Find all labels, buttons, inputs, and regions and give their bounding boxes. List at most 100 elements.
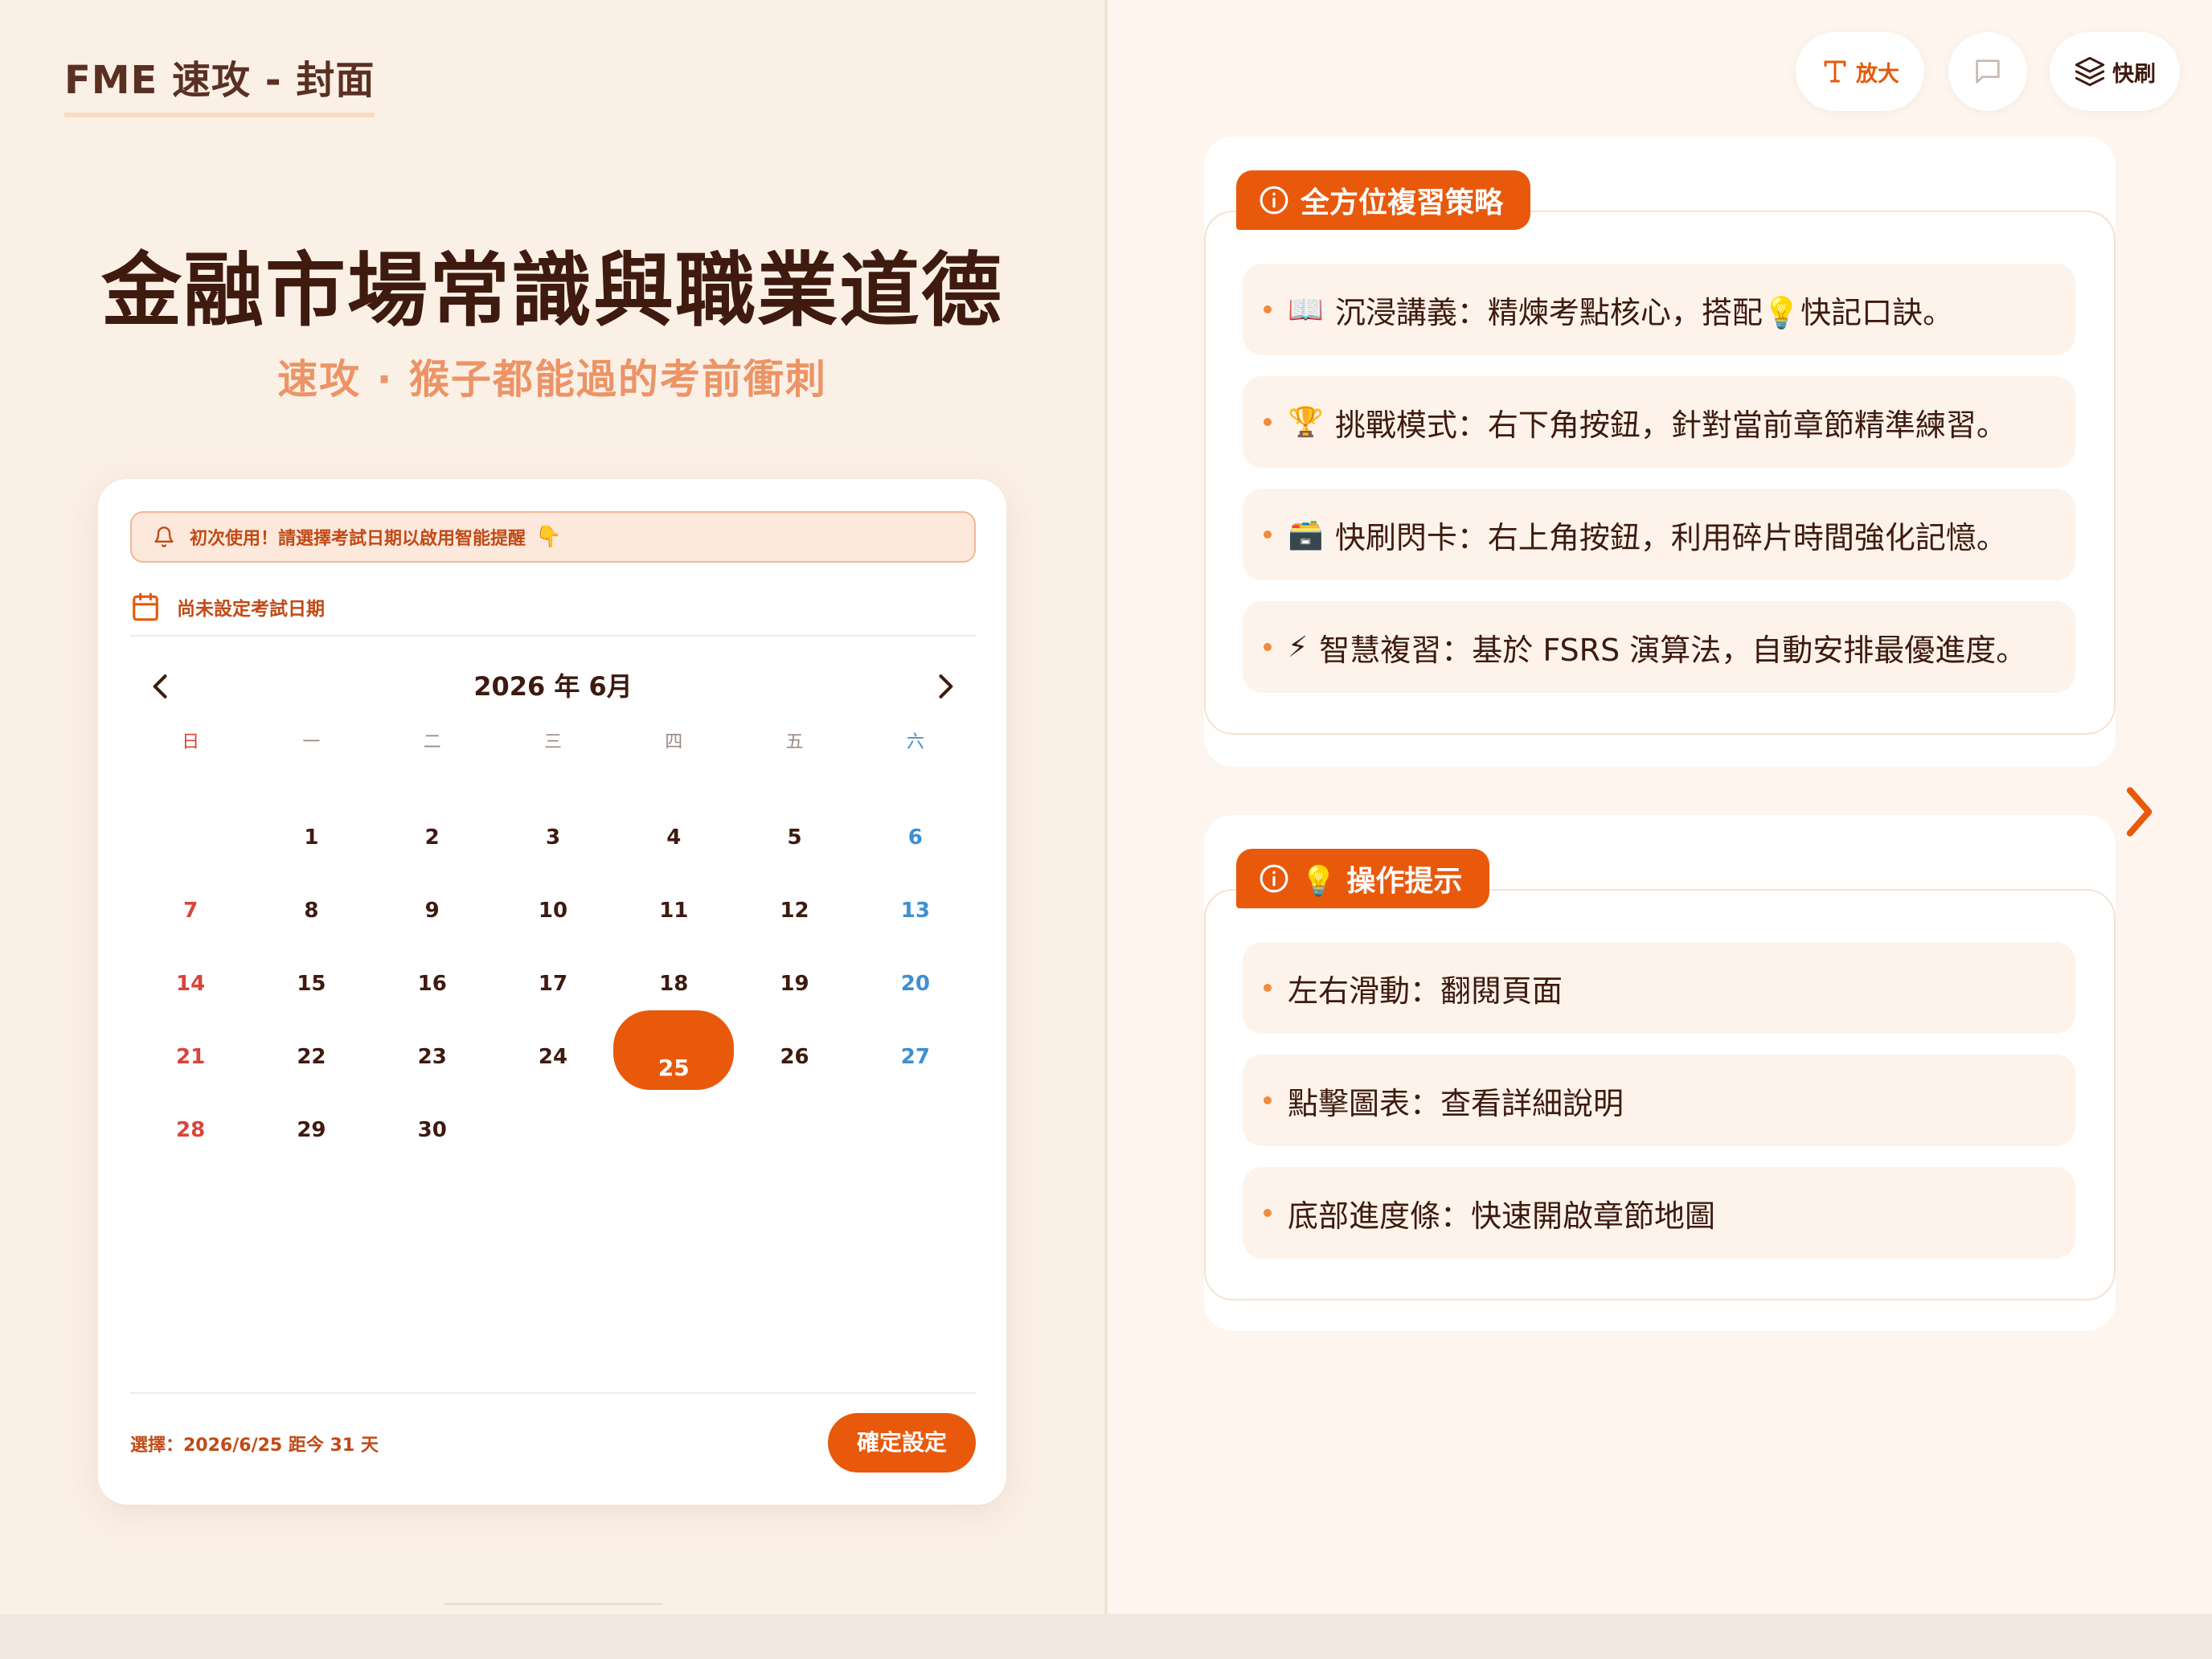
- day-number: 19: [780, 971, 809, 996]
- calendar-day[interactable]: 24: [493, 1020, 613, 1093]
- weekday-label: 五: [785, 732, 804, 752]
- calendar-day[interactable]: 30: [372, 1093, 493, 1166]
- calendar-day[interactable]: 9: [372, 874, 493, 947]
- day-number: 15: [297, 971, 326, 996]
- calendar-day[interactable]: 23: [372, 1020, 493, 1093]
- enlarge-font-button[interactable]: 放大: [1796, 32, 1924, 111]
- layers-icon: [2075, 56, 2105, 87]
- cover-subtitle: 速攻 · 猴子都能過的考前衝刺: [277, 356, 827, 403]
- day-number: 16: [417, 971, 447, 996]
- day-number: 10: [538, 898, 568, 923]
- calendar-day[interactable]: 20: [855, 947, 976, 1020]
- month-label: 2026 年 6月: [473, 671, 633, 702]
- calendar-day[interactable]: 19: [734, 947, 854, 1020]
- weekday-label: 三: [543, 732, 562, 752]
- tip-item-text: 左右滑動：翻閱頁面: [1288, 973, 1563, 1009]
- alert-text: 初次使用！請選擇考試日期以啟用智能提醒: [190, 529, 526, 549]
- day-number: 23: [417, 1044, 447, 1069]
- calendar-day[interactable]: 10: [493, 874, 613, 947]
- day-number: 4: [666, 825, 682, 850]
- day-number: 28: [176, 1117, 206, 1142]
- strategy-item-text: 快刷閃卡：右上角按鈕，利用碎片時間強化記憶。: [1334, 519, 2007, 555]
- day-number: 25: [657, 1055, 690, 1081]
- day-number: 2: [424, 825, 440, 850]
- strategy-title: 全方位複習策略: [1301, 186, 1504, 219]
- calendar-day[interactable]: 27: [855, 1020, 976, 1093]
- confirm-date-button[interactable]: 確定設定: [828, 1413, 976, 1473]
- calendar-day-selected[interactable]: 25: [613, 1010, 735, 1093]
- calendar-day[interactable]: 7: [130, 874, 251, 947]
- bottom-progress-bar[interactable]: [0, 1603, 2212, 1659]
- calendar-day[interactable]: 15: [251, 947, 371, 1020]
- day-number: 1: [304, 825, 319, 850]
- calendar-empty-cell: [613, 1093, 734, 1166]
- bullet-dot: [1264, 1096, 1272, 1104]
- flashcard-button[interactable]: 快刷: [2050, 32, 2180, 111]
- day-number: 29: [297, 1117, 326, 1142]
- calendar-day[interactable]: 18: [613, 947, 734, 1020]
- day-number: 9: [424, 898, 440, 923]
- day-number: 30: [417, 1117, 447, 1142]
- calendar-day[interactable]: 12: [734, 874, 854, 947]
- calendar-day[interactable]: 13: [855, 874, 976, 947]
- month-navigation: 2026 年 6月: [130, 661, 976, 712]
- card-box-icon: 🗃️: [1288, 518, 1324, 551]
- calendar-day[interactable]: 28: [130, 1093, 251, 1166]
- doc-title: FME 速攻 - 封面: [64, 48, 375, 117]
- calendar-day[interactable]: 11: [613, 874, 734, 947]
- info-icon: [1260, 186, 1288, 215]
- calendar-day[interactable]: 1: [251, 801, 371, 874]
- comment-icon: [1976, 59, 2000, 84]
- day-number: 22: [297, 1044, 326, 1069]
- strategy-section-tag: 全方位複習策略: [1236, 170, 1531, 230]
- day-number: 17: [538, 971, 568, 996]
- day-number: 18: [659, 971, 689, 996]
- next-month-button[interactable]: [928, 669, 963, 704]
- day-number: 12: [780, 898, 809, 923]
- bullet-dot: [1264, 305, 1272, 313]
- info-icon: [1260, 864, 1288, 893]
- exam-date-status: 尚未設定考試日期: [130, 579, 976, 637]
- day-number: 14: [176, 971, 206, 996]
- calendar-day[interactable]: 6: [855, 801, 976, 874]
- calendar-day[interactable]: 2: [372, 801, 493, 874]
- calendar-empty-cell: [493, 1093, 613, 1166]
- tips-title: 💡 操作提示: [1301, 865, 1463, 898]
- next-page-chevron-icon[interactable]: [2106, 780, 2170, 844]
- calendar-empty-cell: [855, 1093, 976, 1166]
- weekday-label: 二: [423, 732, 441, 752]
- calendar-day[interactable]: 8: [251, 874, 371, 947]
- calendar-empty-cell: [734, 1093, 854, 1166]
- calendar-day[interactable]: 3: [493, 801, 613, 874]
- progress-handle[interactable]: [444, 1603, 662, 1605]
- date-status-text: 尚未設定考試日期: [177, 599, 325, 620]
- calendar-icon: [133, 592, 158, 621]
- bullet-dot: [1264, 530, 1272, 539]
- calendar-day[interactable]: 17: [493, 947, 613, 1020]
- day-number: 21: [176, 1044, 206, 1069]
- calendar-day[interactable]: 29: [251, 1093, 371, 1166]
- strategy-item-text: 沉浸講義：精煉考點核心，搭配💡快記口訣。: [1334, 294, 1954, 330]
- selection-summary: 選擇：2026/6/25 距今 31 天: [130, 1436, 379, 1456]
- calendar-day[interactable]: 5: [734, 801, 854, 874]
- day-number: 3: [545, 825, 561, 850]
- calendar-empty-cell: [130, 801, 251, 874]
- calendar-day[interactable]: 26: [734, 1020, 854, 1093]
- weekday-label: 日: [182, 732, 200, 752]
- calendar-day[interactable]: 16: [372, 947, 493, 1020]
- comment-button[interactable]: [1948, 32, 2027, 111]
- strategy-item: 📖 沉浸講義：精煉考點核心，搭配💡快記口訣。: [1243, 264, 2075, 355]
- calendar-day[interactable]: 4: [613, 801, 734, 874]
- day-number: 6: [907, 825, 923, 850]
- lightning-icon: ⚡: [1288, 630, 1309, 664]
- calendar-divider: [130, 1392, 976, 1394]
- strategy-item: ⚡ 智慧複習：基於 FSRS 演算法，自動安排最優進度。: [1243, 601, 2075, 693]
- strategy-item-text: 智慧複習：基於 FSRS 演算法，自動安排最優進度。: [1319, 632, 2027, 668]
- pointing-down-icon: 👇: [535, 525, 562, 549]
- weekday-label: 一: [302, 732, 321, 752]
- calendar-day[interactable]: 14: [130, 947, 251, 1020]
- calendar-day[interactable]: 21: [130, 1020, 251, 1093]
- exam-date-card: 初次使用！請選擇考試日期以啟用智能提醒 👇 尚未設定考試日期 2026 年 6月…: [98, 479, 1006, 1505]
- calendar-day[interactable]: 22: [251, 1020, 371, 1093]
- day-number: 26: [780, 1044, 809, 1069]
